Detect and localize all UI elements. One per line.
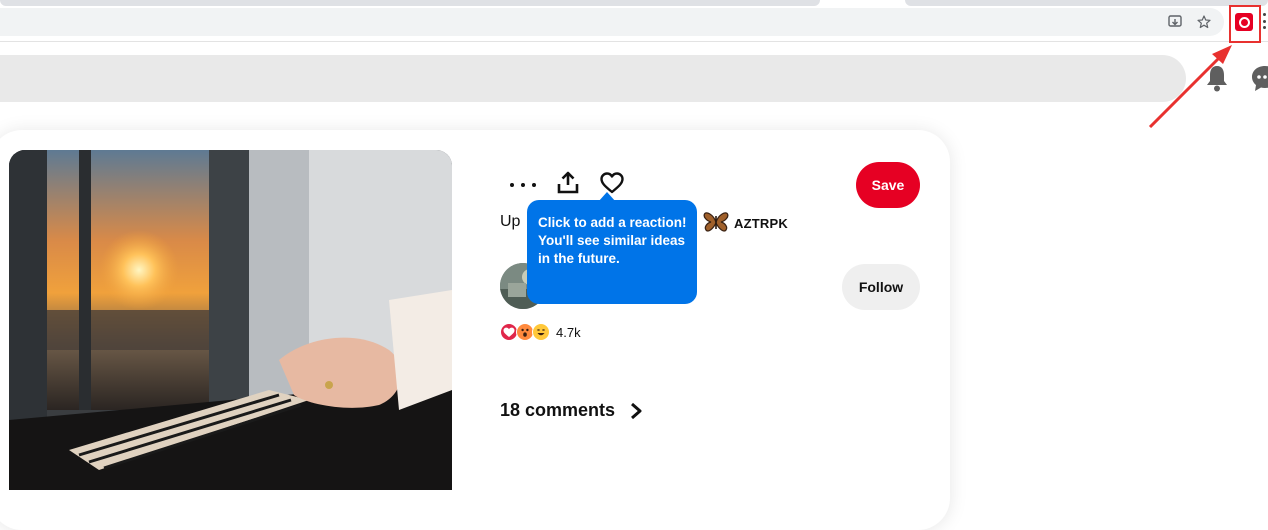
reactions-summary[interactable]: 4.7k [500,322,581,342]
reaction-tooltip: Click to add a reaction! You'll see simi… [527,200,697,304]
install-app-icon[interactable] [1165,12,1185,32]
reaction-count: 4.7k [556,324,581,340]
follow-button[interactable]: Follow [842,264,920,310]
pin-title: Up [500,213,521,230]
browser-toolbar [0,0,1268,43]
comments-label: 18 comments [500,400,616,420]
haha-reaction-icon [532,323,550,341]
pin-video[interactable] [9,150,452,490]
annotation-arrow [1148,45,1232,129]
messages-icon[interactable] [1250,64,1268,92]
pinterest-extension-icon[interactable] [1235,13,1253,31]
browser-tab[interactable] [905,0,1268,6]
butterfly-logo-icon [703,212,729,232]
chevron-right-icon [631,402,642,419]
save-button[interactable]: Save [856,162,920,208]
search-input[interactable] [0,55,1186,102]
bookmark-star-icon[interactable] [1194,12,1214,32]
share-icon[interactable] [557,171,579,195]
creator-brand-name[interactable]: AZTRPK [734,216,788,231]
piano-sunset-image [9,150,452,490]
more-menu-icon[interactable] [1263,13,1267,29]
more-options-button[interactable] [510,176,536,194]
browser-tab[interactable] [0,0,820,6]
comments-toggle[interactable]: 18 comments [500,400,643,421]
address-bar[interactable] [0,8,1224,36]
